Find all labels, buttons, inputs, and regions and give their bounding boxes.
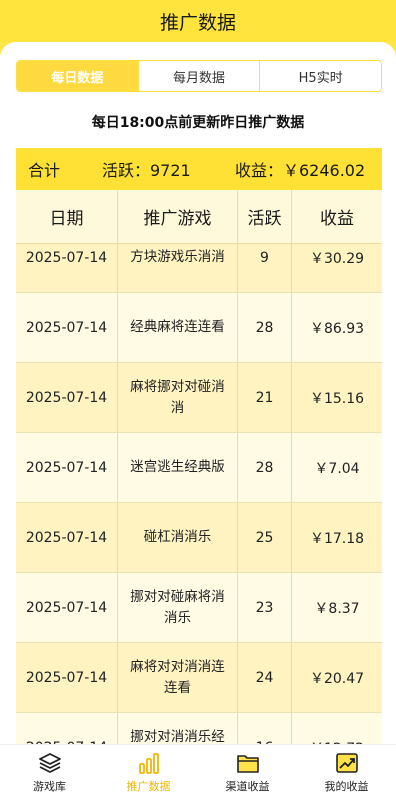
summary-active: 活跃：9721 [102, 161, 191, 180]
cell-date: 2025-07-14 [16, 363, 118, 432]
summary-label: 合计 [28, 161, 61, 180]
nav-label: 游戏库 [33, 779, 66, 793]
cell-game: 挪对对碰麻将消消乐 [118, 573, 238, 642]
header-date: 日期 [16, 190, 118, 243]
page-title: 推广数据 [159, 11, 236, 34]
summary-income: 收益：￥6246.02 [235, 161, 366, 180]
cell-income: ￥15.16 [309, 390, 365, 407]
bottom-nav: 游戏库 推广数据 渠道收益 我的收益 [0, 744, 396, 800]
cell-income: ￥30.29 [309, 250, 365, 267]
cell-income: ￥17.18 [309, 530, 365, 547]
cell-date: 2025-07-14 [16, 244, 118, 292]
table-row: 2025-07-14 挪对对碰麻将消消乐 23 ￥8.37 [16, 573, 382, 643]
layers-icon [38, 752, 61, 773]
tab-monthly[interactable]: 每月数据 [139, 61, 261, 91]
nav-label: 我的收益 [324, 779, 369, 793]
cell-game: 挪对对消消乐经典版游戏 [118, 713, 238, 744]
nav-my-income[interactable]: 我的收益 [297, 745, 396, 800]
header-income: 收益 [320, 209, 354, 229]
tab-daily[interactable]: 每日数据 [17, 61, 139, 91]
cell-active: 28 [238, 293, 292, 362]
cell-active: 23 [238, 573, 292, 642]
nav-label: 渠道收益 [225, 779, 270, 793]
summary-bar: 合计 活跃：9721 收益：￥6246.02 [16, 148, 382, 190]
table-row: 2025-07-14 经典麻将连连看 28 ￥86.93 [16, 293, 382, 363]
table-row: 2025-07-14 迷宫逃生经典版 28 ￥7.04 [16, 433, 382, 503]
cell-date: 2025-07-14 [16, 573, 118, 642]
cell-date: 2025-07-14 [16, 433, 118, 502]
cell-game: 麻将对对消消连连看 [118, 643, 238, 712]
header-active: 活跃 [238, 190, 292, 243]
cell-date: 2025-07-14 [16, 503, 118, 572]
table-row: 2025-07-14 麻将挪对对碰消消 21 ￥15.16 [16, 363, 382, 433]
cell-active: 9 [238, 244, 292, 292]
nav-promo-data[interactable]: 推广数据 [99, 745, 198, 800]
tab-bar: 每日数据 每月数据 H5实时 [16, 60, 382, 92]
cell-game: 经典麻将连连看 [118, 293, 238, 362]
update-notice: 每日18:00点前更新昨日推广数据 [91, 115, 305, 131]
cell-income: ￥86.93 [309, 320, 365, 337]
cell-active: 28 [238, 433, 292, 502]
table-header: 日期 推广游戏 活跃 收益 [16, 190, 382, 244]
tab-h5-realtime[interactable]: H5实时 [260, 61, 381, 91]
cell-game: 碰杠消消乐 [118, 503, 238, 572]
cell-game: 迷宫逃生经典版 [118, 433, 238, 502]
cell-income: ￥12.72 [292, 713, 382, 745]
cell-date: 2025-07-14 [16, 643, 118, 712]
nav-label: 推广数据 [126, 779, 171, 793]
nav-game-library[interactable]: 游戏库 [0, 745, 99, 800]
cell-active: 21 [238, 363, 292, 432]
trend-chart-icon [335, 752, 358, 773]
cell-income: ￥8.37 [314, 600, 360, 617]
content-card: 每日数据 每月数据 H5实时 每日18:00点前更新昨日推广数据 合计 活跃：9… [0, 42, 396, 744]
cell-active: 24 [238, 643, 292, 712]
cell-active: 25 [238, 503, 292, 572]
header-game: 推广游戏 [118, 190, 238, 243]
folder-icon [236, 754, 259, 773]
cell-date: 2025-07-14 [16, 713, 118, 744]
cell-game: 方块游戏乐消消 [118, 244, 238, 292]
cell-date: 2025-07-14 [16, 293, 118, 362]
cell-game: 麻将挪对对碰消消 [118, 363, 238, 432]
table-body[interactable]: 2025-07-14 方块游戏乐消消 9 ￥30.29 2025-07-14 经… [16, 244, 382, 744]
table-row: 2025-07-14 麻将对对消消连连看 24 ￥20.47 [16, 643, 382, 713]
cell-income: ￥20.47 [309, 670, 365, 687]
table-row: 2025-07-14 碰杠消消乐 25 ￥17.18 [16, 503, 382, 573]
table-row: 2025-07-14 挪对对消消乐经典版游戏 16 ￥12.72 [16, 713, 382, 744]
cell-income: ￥7.04 [314, 460, 360, 477]
bar-chart-icon [138, 752, 159, 774]
nav-channel-income[interactable]: 渠道收益 [198, 745, 297, 800]
table-row: 2025-07-14 方块游戏乐消消 9 ￥30.29 [16, 244, 382, 293]
cell-active: 16 [238, 713, 292, 744]
app-header: 推广数据 [0, 0, 396, 42]
